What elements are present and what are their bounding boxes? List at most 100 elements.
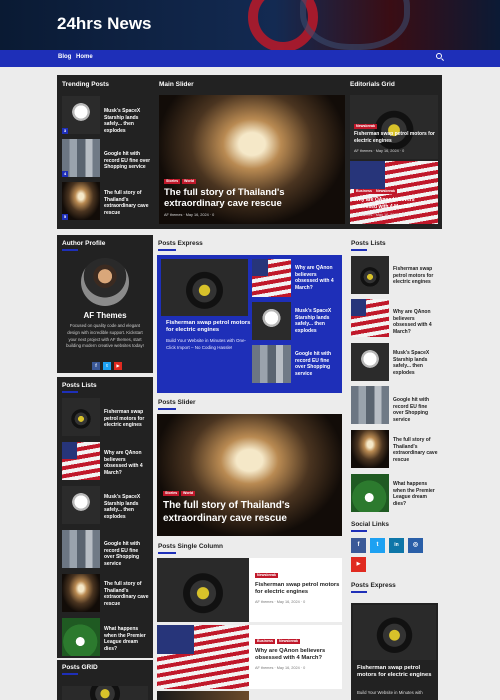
post-thumb[interactable]: [351, 386, 389, 424]
title-underline: [351, 530, 367, 532]
express-thumb[interactable]: [252, 345, 291, 383]
post-meta: AF themes · May 16, 2024 · 0: [255, 666, 306, 670]
single-column-image[interactable]: [157, 691, 249, 700]
post-thumb[interactable]: [351, 256, 389, 294]
header-car-graphic: [300, 0, 410, 50]
section-title: Social Links: [351, 521, 389, 528]
post-title[interactable]: The full story of Thailand's extraordina…: [393, 437, 439, 463]
youtube-icon[interactable]: ▶: [351, 557, 366, 572]
facebook-icon[interactable]: f: [351, 538, 366, 553]
post-title[interactable]: Google hit with record EU fine over Shop…: [104, 541, 150, 567]
post-thumb[interactable]: [351, 299, 389, 337]
post-thumb[interactable]: [62, 486, 100, 524]
section-title: Main Slider: [159, 81, 194, 88]
category-tag[interactable]: Business: [354, 189, 374, 194]
search-icon[interactable]: [436, 53, 442, 59]
post-meta: AF themes · May 16, 2024 · 0: [164, 213, 215, 217]
category-tag[interactable]: Business: [255, 639, 275, 644]
post-thumb[interactable]: [62, 398, 100, 436]
post-meta: AF themes · May 16, 2024 · 0: [354, 213, 405, 217]
main-nav: Blog Home: [0, 50, 500, 67]
post-thumb[interactable]: [351, 474, 389, 512]
section-title: Posts Lists: [351, 240, 386, 247]
category-tag[interactable]: Stories: [163, 491, 180, 496]
express-thumb[interactable]: [252, 302, 291, 340]
posts-slider-headline[interactable]: The full story of Thailand's extraordina…: [163, 500, 341, 525]
instagram-icon[interactable]: ◎: [408, 538, 423, 553]
category-tag[interactable]: Newsbreak: [277, 639, 300, 644]
post-title[interactable]: Musk's SpaceX Starship lands safely... t…: [393, 350, 439, 376]
title-underline: [62, 249, 78, 251]
section-title: Posts Single Column: [158, 543, 224, 550]
trending-number: 3: [62, 128, 68, 134]
category-tag[interactable]: World: [181, 491, 196, 496]
single-column-title[interactable]: Why are QAnon believers obsessed with 4 …: [255, 648, 340, 662]
section-title: Editorials Grid: [350, 81, 395, 88]
right-express-image[interactable]: [353, 605, 436, 660]
post-thumb[interactable]: [351, 343, 389, 381]
main-slider-headline[interactable]: The full story of Thailand's extraordina…: [164, 187, 344, 209]
post-thumb[interactable]: [62, 442, 100, 480]
express-item-title[interactable]: Why are QAnon believers obsessed with 4 …: [295, 265, 340, 291]
twitter-icon[interactable]: t: [370, 538, 385, 553]
twitter-icon[interactable]: t: [103, 362, 111, 370]
express-thumb[interactable]: [252, 259, 291, 297]
single-column-title[interactable]: Fisherman swap petrol motors for electri…: [255, 582, 340, 596]
post-title[interactable]: Why are QAnon believers obsessed with 4 …: [393, 309, 439, 335]
post-thumb[interactable]: [62, 618, 100, 656]
editorial-title[interactable]: Why are QAnon believers obsessed with 4 …: [354, 197, 436, 210]
category-tag[interactable]: Newsbreak: [354, 124, 377, 129]
right-express-excerpt: Build Your Website in Minutes with: [357, 690, 423, 695]
trending-title[interactable]: Google hit with record EU fine over Shop…: [104, 151, 154, 171]
section-title: Author Profile: [62, 240, 106, 247]
post-thumb[interactable]: [62, 574, 100, 612]
express-feature-image[interactable]: [161, 259, 248, 316]
title-underline: [62, 673, 78, 675]
section-title: Posts Express: [158, 240, 203, 247]
express-item-title[interactable]: Musk's SpaceX Starship lands safely... t…: [295, 308, 340, 334]
title-underline: [158, 408, 176, 410]
category-tag[interactable]: Stories: [164, 179, 181, 184]
express-item-title[interactable]: Google hit with record EU fine over Shop…: [295, 351, 340, 377]
title-underline: [351, 249, 367, 251]
post-title[interactable]: Musk's SpaceX Starship lands safely... t…: [104, 494, 150, 520]
avatar: [81, 258, 129, 306]
post-thumb[interactable]: [62, 530, 100, 568]
nav-item-blog[interactable]: Blog: [58, 54, 71, 60]
title-underline: [62, 391, 78, 393]
right-express-title[interactable]: Fisherman swap petrol motors for electri…: [357, 665, 435, 679]
express-feature-title[interactable]: Fisherman swap petrol motors for electri…: [166, 320, 251, 334]
single-column-image[interactable]: [157, 558, 249, 622]
post-title[interactable]: Fisherman swap petrol motors for electri…: [393, 266, 439, 286]
facebook-icon[interactable]: f: [92, 362, 100, 370]
category-tag[interactable]: Newsbreak: [255, 573, 278, 578]
post-thumb[interactable]: [351, 430, 389, 468]
title-underline: [351, 591, 367, 593]
site-title[interactable]: 24hrs News: [57, 14, 152, 34]
single-column-image[interactable]: [157, 625, 249, 689]
trending-title[interactable]: The full story of Thailand's extraordina…: [104, 190, 154, 216]
post-title[interactable]: What happens when the Premier League dre…: [393, 481, 439, 507]
section-title: Posts Slider: [158, 399, 196, 406]
post-title[interactable]: Why are QAnon believers obsessed with 4 …: [104, 450, 150, 476]
youtube-icon[interactable]: ▶: [114, 362, 122, 370]
title-underline: [158, 552, 176, 554]
trending-title[interactable]: Musk's SpaceX Starship lands safely... t…: [104, 108, 154, 134]
section-title: Posts Lists: [62, 382, 97, 389]
post-title[interactable]: The full story of Thailand's extraordina…: [104, 581, 150, 607]
post-title[interactable]: Google hit with record EU fine over Shop…: [393, 397, 439, 423]
post-title[interactable]: Fisherman swap petrol motors for electri…: [104, 409, 150, 429]
trending-number: 5: [62, 214, 68, 220]
linkedin-icon[interactable]: in: [389, 538, 404, 553]
section-title: Posts GRID: [62, 664, 98, 671]
category-tag[interactable]: Newsbreak: [374, 189, 397, 194]
editorial-title[interactable]: Fisherman swap petrol motors for electri…: [354, 131, 436, 144]
category-tag[interactable]: World: [182, 179, 197, 184]
post-meta: AF themes · May 16, 2024 · 0: [354, 149, 405, 153]
trending-number: 4: [62, 171, 68, 177]
post-meta: AF themes · May 16, 2024 · 0: [255, 600, 306, 604]
nav-item-home[interactable]: Home: [76, 54, 93, 60]
author-name: AF Themes: [83, 311, 127, 320]
post-title[interactable]: What happens when the Premier League dre…: [104, 626, 150, 652]
post-thumb[interactable]: [62, 686, 148, 700]
